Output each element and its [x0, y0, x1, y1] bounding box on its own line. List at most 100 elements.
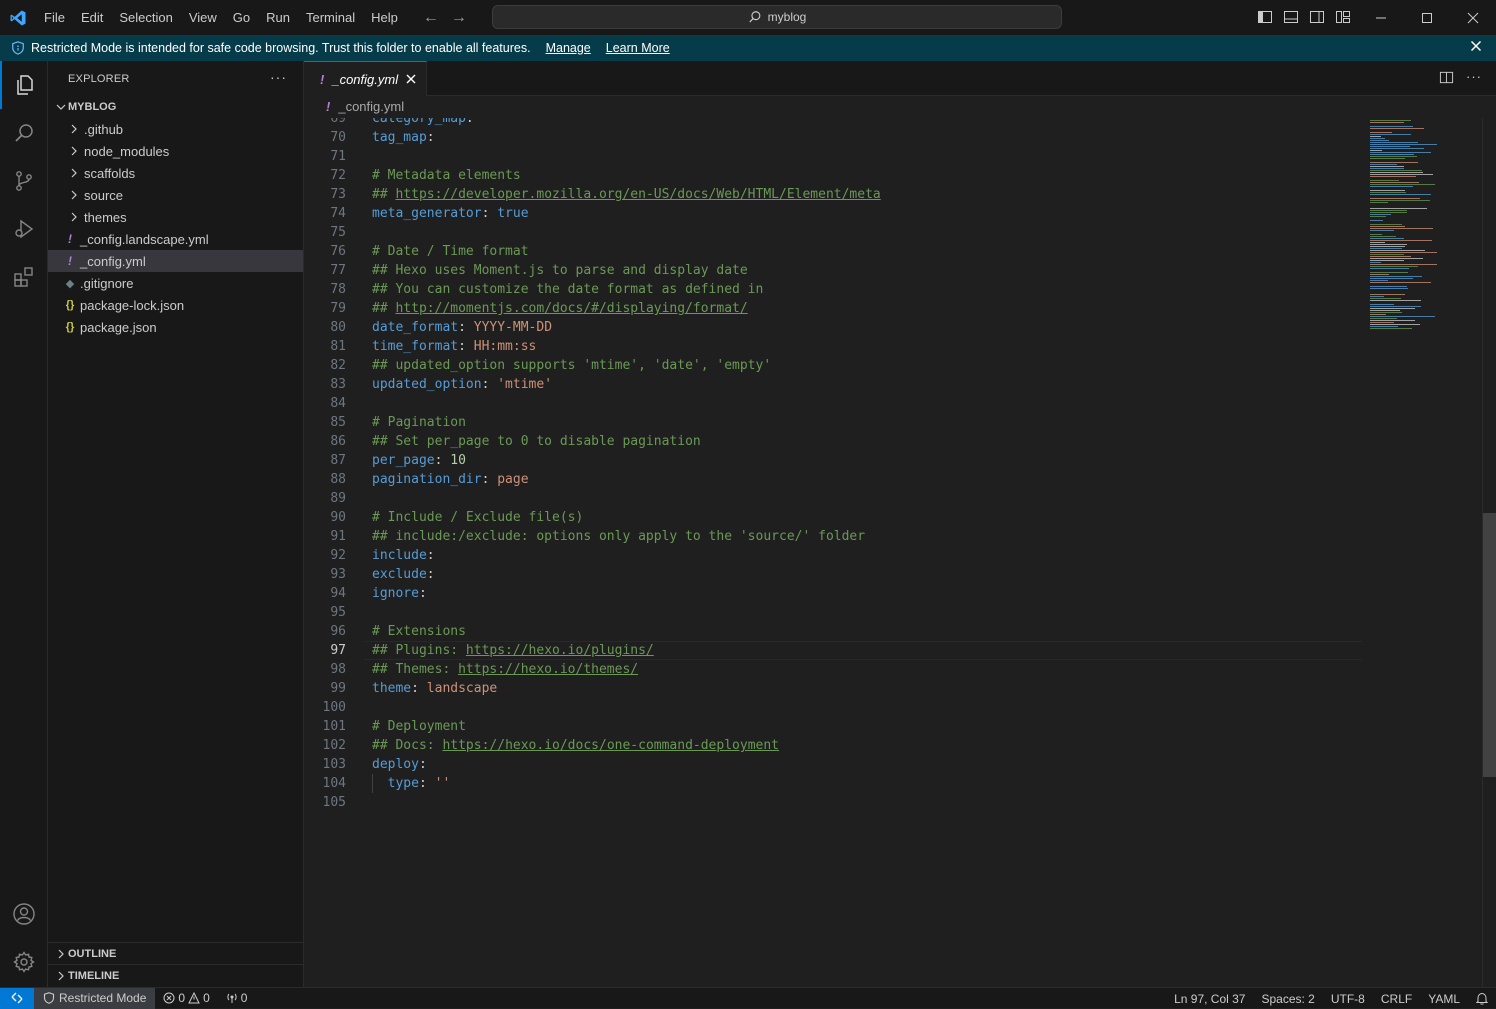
tree-item-source[interactable]: source	[48, 184, 303, 206]
minimap-line	[1370, 288, 1408, 289]
code-link[interactable]: https://hexo.io/themes/	[458, 662, 638, 677]
minimap-line	[1370, 240, 1432, 241]
code-token: :	[411, 681, 427, 696]
code-line: ## Plugins: https://hexo.io/plugins/	[372, 641, 654, 660]
scrollbar-thumb[interactable]	[1483, 513, 1496, 777]
encoding[interactable]: UTF-8	[1323, 992, 1373, 1006]
minimap-line	[1370, 324, 1420, 325]
run-debug-icon	[15, 219, 34, 239]
minimap-line	[1370, 186, 1413, 187]
close-banner-icon[interactable]	[1470, 40, 1482, 55]
code-link[interactable]: https://hexo.io/docs/one-command-deploym…	[442, 738, 779, 753]
minimap[interactable]	[1368, 118, 1482, 987]
customize-layout-icon[interactable]	[1334, 8, 1352, 26]
toggle-primary-sidebar-icon[interactable]	[1256, 8, 1274, 26]
breadcrumb-file[interactable]: _config.yml	[338, 99, 404, 114]
restricted-mode-status[interactable]: Restricted Mode	[34, 987, 156, 1009]
minimap-line	[1370, 262, 1381, 263]
back-arrow-icon[interactable]: ←	[420, 9, 442, 27]
tree-item-themes[interactable]: themes	[48, 206, 303, 228]
end-of-line[interactable]: CRLF	[1373, 992, 1420, 1006]
code-link[interactable]: https://developer.mozilla.org/en-US/docs…	[395, 187, 880, 202]
line-number: 87	[330, 453, 346, 468]
code-token: meta_generator	[372, 206, 482, 221]
tree-item-node-modules[interactable]: node_modules	[48, 140, 303, 162]
menu-item-edit[interactable]: Edit	[73, 0, 111, 35]
line-number: 98	[330, 662, 346, 677]
toggle-panel-icon[interactable]	[1282, 8, 1300, 26]
minimap-line	[1370, 326, 1398, 327]
tree-item-scaffolds[interactable]: scaffolds	[48, 162, 303, 184]
tree-item-package-lock-json[interactable]: {} package-lock.json	[48, 294, 303, 316]
split-editor-icon[interactable]	[1439, 70, 1454, 88]
line-number: 89	[330, 491, 346, 506]
run-debug-activity[interactable]	[0, 205, 48, 253]
tree-item-gitignore[interactable]: ◆ .gitignore	[48, 272, 303, 294]
source-control-activity[interactable]	[0, 157, 48, 205]
code-line: # Include / Exclude file(s)	[372, 508, 583, 527]
tree-item-config-landscape-yml[interactable]: ! _config.landscape.yml	[48, 228, 303, 250]
minimap-line	[1370, 210, 1407, 211]
toggle-secondary-sidebar-icon[interactable]	[1308, 8, 1326, 26]
code-link[interactable]: https://hexo.io/plugins/	[466, 643, 654, 658]
tree-item-package-json[interactable]: {} package.json	[48, 316, 303, 338]
minimap-line	[1370, 166, 1404, 167]
minimap-line	[1370, 138, 1385, 139]
menu-item-file[interactable]: File	[36, 0, 73, 35]
menu-item-view[interactable]: View	[181, 0, 225, 35]
accounts-activity[interactable]	[0, 890, 48, 938]
learn-more-link[interactable]: Learn More	[606, 41, 670, 55]
tree-item-label: _config.landscape.yml	[80, 231, 209, 247]
tree-item-config-yml[interactable]: ! _config.yml	[48, 250, 303, 272]
minimap-line	[1370, 236, 1396, 237]
manage-activity[interactable]	[0, 938, 48, 986]
minimap-line	[1370, 164, 1397, 165]
notifications-bell-icon[interactable]	[1468, 992, 1496, 1005]
forward-arrow-icon[interactable]: →	[448, 9, 470, 27]
minimap-line	[1370, 146, 1410, 147]
line-number: 88	[330, 472, 346, 487]
ports-status[interactable]: 0	[218, 991, 256, 1005]
chevron-right-icon	[54, 971, 68, 981]
indentation[interactable]: Spaces: 2	[1253, 992, 1322, 1006]
menu-item-go[interactable]: Go	[225, 0, 258, 35]
line-number: 75	[330, 225, 346, 240]
code-link[interactable]: http://momentjs.com/docs/#/displaying/fo…	[395, 301, 747, 316]
close-window-icon[interactable]	[1450, 0, 1496, 35]
minimap-line	[1370, 220, 1383, 221]
menu-item-run[interactable]: Run	[258, 0, 298, 35]
json-file-icon: {}	[65, 299, 75, 311]
folder-header-myblog[interactable]: MYBLOG	[48, 96, 303, 118]
more-actions-icon[interactable]: ···	[1466, 70, 1482, 88]
timeline-section[interactable]: TIMELINE	[48, 964, 303, 987]
more-actions-icon[interactable]: ···	[270, 69, 287, 85]
vertical-scrollbar[interactable]	[1482, 118, 1496, 987]
line-number: 95	[330, 605, 346, 620]
tree-item-github[interactable]: .github	[48, 118, 303, 140]
menu-item-selection[interactable]: Selection	[111, 0, 180, 35]
command-center[interactable]: myblog	[492, 5, 1062, 29]
explorer-activity[interactable]	[0, 61, 48, 109]
code-editor[interactable]: 69 category_map: 70 tag_map: 71 72 # Metadata …	[304, 118, 1368, 987]
minimap-line	[1370, 274, 1389, 275]
menu-item-terminal[interactable]: Terminal	[298, 0, 363, 35]
line-number: 70	[330, 130, 346, 145]
outline-section[interactable]: OUTLINE	[48, 942, 303, 965]
maximize-icon[interactable]	[1404, 0, 1450, 35]
search-activity[interactable]	[0, 109, 48, 157]
code-line: ## Set per_page to 0 to disable paginati…	[372, 432, 701, 451]
language-mode[interactable]: YAML	[1420, 992, 1468, 1006]
code-line: date_format: YYYY-MM-DD	[372, 318, 552, 337]
remote-indicator[interactable]	[0, 987, 34, 1009]
close-tab-icon[interactable]	[406, 72, 416, 87]
minimap-line	[1370, 310, 1400, 311]
line-number: 81	[330, 339, 346, 354]
manage-link[interactable]: Manage	[546, 41, 591, 55]
minimize-icon[interactable]	[1358, 0, 1404, 35]
code-line: exclude:	[372, 565, 435, 584]
tab-config-yml[interactable]: ! _config.yml	[304, 61, 427, 96]
problems-status[interactable]: 0 0	[155, 991, 217, 1005]
extensions-activity[interactable]	[0, 253, 48, 301]
menu-item-help[interactable]: Help	[363, 0, 406, 35]
cursor-position[interactable]: Ln 97, Col 37	[1166, 992, 1253, 1006]
